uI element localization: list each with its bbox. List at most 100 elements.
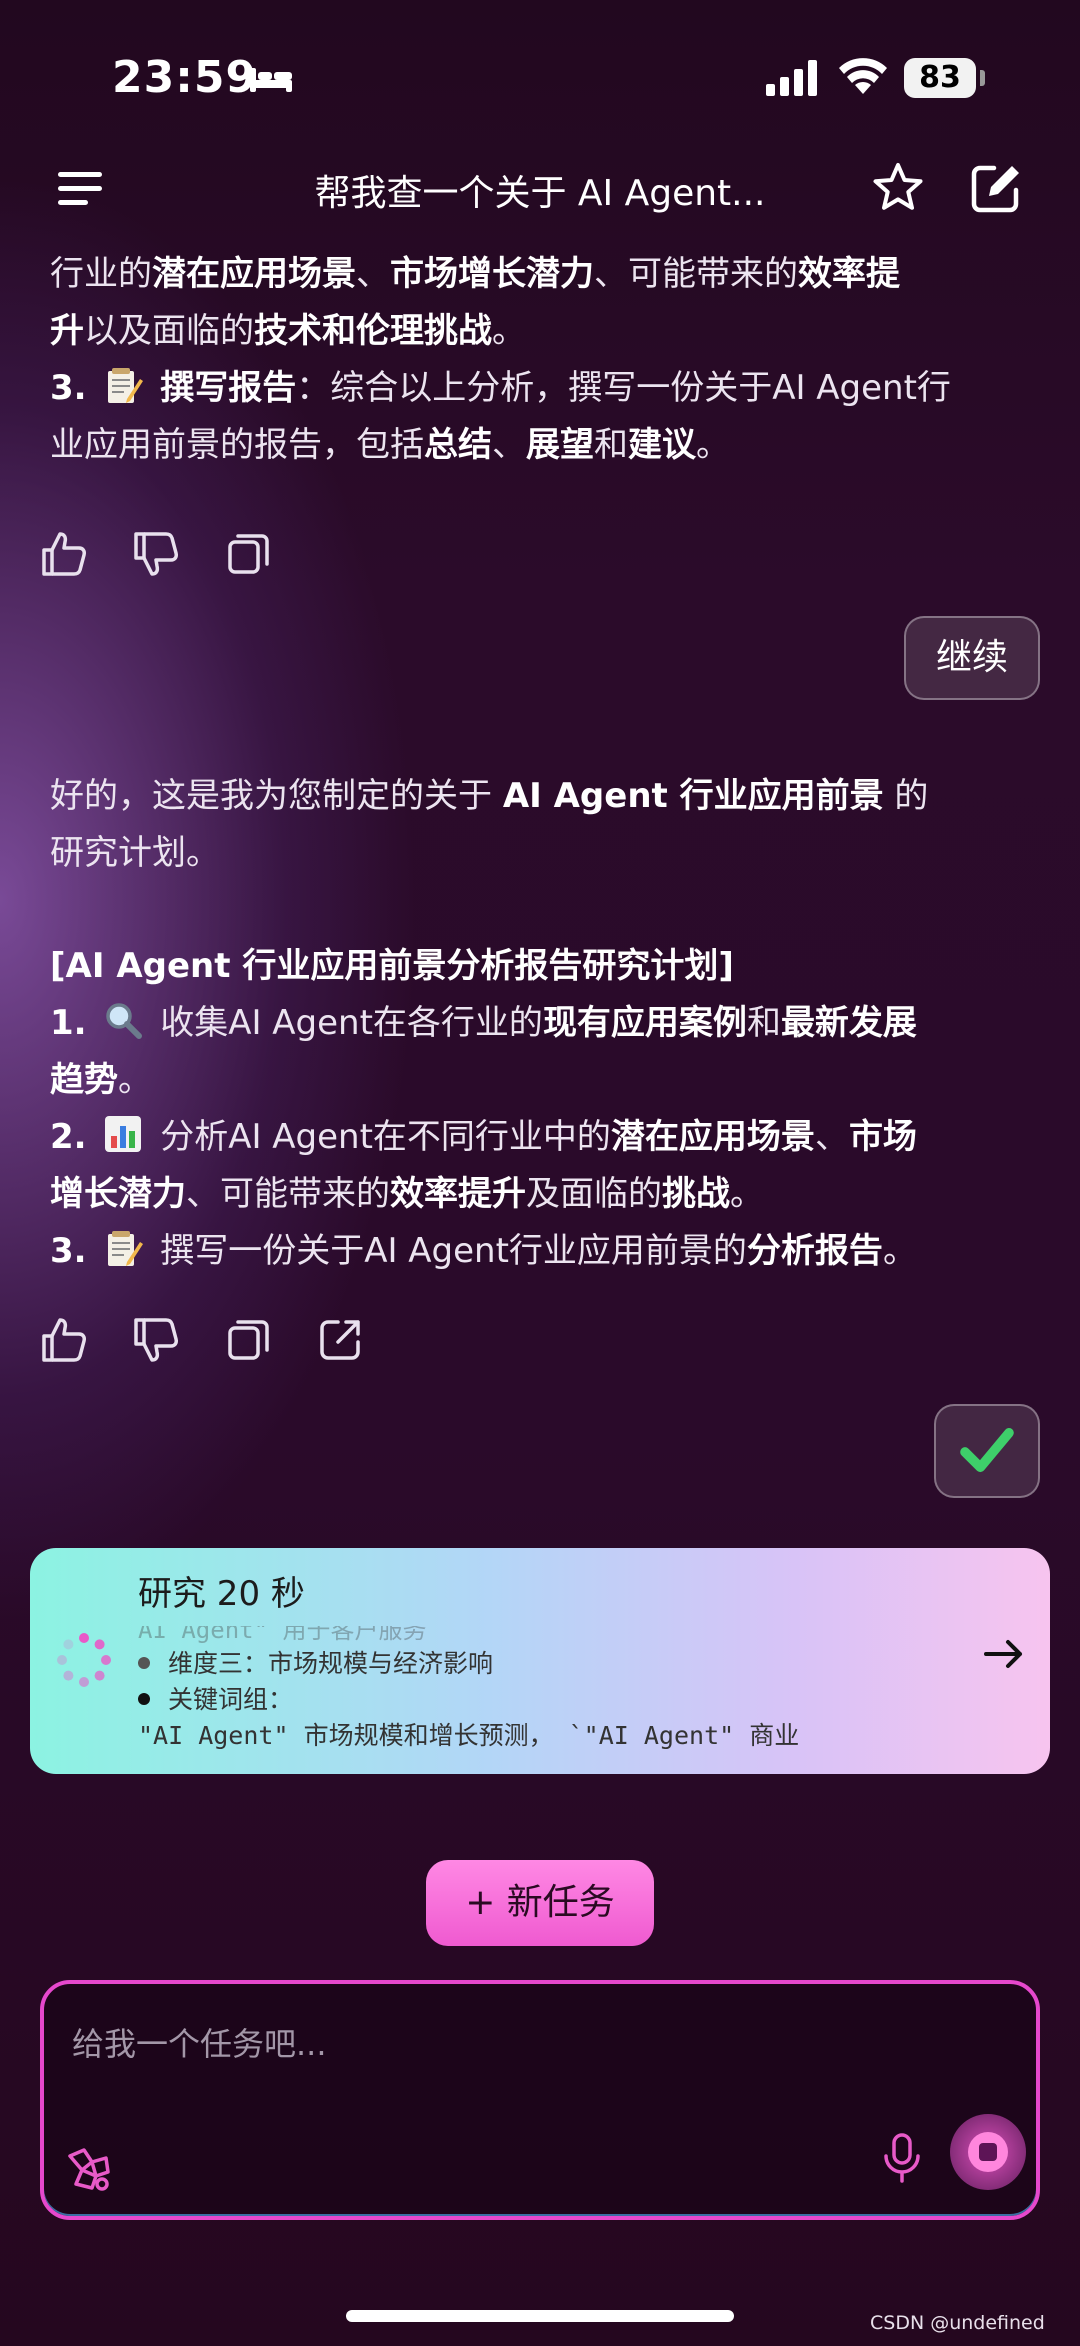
thumbs-up-icon[interactable] — [40, 530, 88, 578]
bold-text: 技术和伦理挑战 — [254, 311, 492, 351]
wifi-icon — [839, 58, 887, 94]
bold-text: 展望 — [526, 425, 594, 465]
research-log: AI Agent" 用于客户服务 维度三：市场规模与经济影响 关键词组： "AI… — [138, 1626, 958, 1756]
checkmark-icon — [960, 1428, 1014, 1473]
message-line: 2. 分析AI Agent在不同行业中的潜在应用场景、市场 — [50, 1109, 1030, 1166]
star-icon[interactable] — [870, 160, 926, 216]
bullet-dot — [138, 1693, 150, 1705]
message-line: 业应用前景的报告，包括总结、展望和建议。 — [50, 417, 1030, 474]
text-span: 撰写一份关于AI Agent行业应用前景的 — [149, 1231, 747, 1271]
task-input-box — [40, 1980, 1040, 2220]
bold-text: 现有应用案例 — [542, 1003, 747, 1043]
stop-button-inner — [968, 2132, 1008, 2172]
continue-button[interactable]: 继续 — [904, 616, 1040, 700]
step-number: 1. — [50, 1003, 87, 1043]
chat-header: 帮我查一个关于 AI Agent... — [0, 150, 1080, 230]
bold-text: AI Agent 行业应用前景 — [502, 776, 884, 816]
text-span: 、可能带来的 — [186, 1174, 390, 1214]
message-line: 好的，这是我为您制定的关于 AI Agent 行业应用前景 的 — [50, 768, 1030, 825]
text-span: "AI Agent" 市场规模和增长预测， `"AI Agent" 商业 — [138, 1721, 800, 1750]
research-timer-title: 研究 20 秒 — [138, 1574, 305, 1614]
text-span: 、 — [356, 254, 390, 294]
loading-spinner-icon — [57, 1633, 111, 1687]
bold-text: 趋势 — [50, 1060, 118, 1100]
bold-text: 分析报告 — [746, 1231, 883, 1271]
arrow-right-icon[interactable] — [982, 1632, 1026, 1676]
message-line: 3. 撰写报告：综合以上分析，撰写一份关于AI Agent行 — [50, 360, 1030, 417]
stop-generation-button[interactable] — [950, 2114, 1026, 2190]
bold-text: 挑战 — [662, 1174, 730, 1214]
status-bar: 23:59 83 — [0, 0, 1080, 150]
thumbs-up-icon[interactable] — [40, 1316, 88, 1364]
message-line: 升以及面临的技术和伦理挑战。 — [50, 303, 1030, 360]
bold-text: 市场增长潜力 — [390, 254, 594, 294]
copy-icon[interactable] — [224, 530, 272, 578]
text-span: 。 — [696, 425, 730, 465]
message-line: 研究计划。 — [50, 825, 1030, 882]
message-line: [AI Agent 行业应用前景分析报告研究计划] — [50, 938, 1030, 995]
research-progress-card[interactable]: 研究 20 秒 AI Agent" 用于客户服务 维度三：市场规模与经济影响 关… — [30, 1548, 1050, 1774]
copy-icon[interactable] — [224, 1316, 272, 1364]
research-log-line: "AI Agent" 市场规模和增长预测， `"AI Agent" 商业 — [138, 1718, 958, 1754]
text-span: 和 — [594, 425, 628, 465]
share-icon[interactable] — [316, 1316, 364, 1364]
text-span: 好的，这是我为您制定的关于 — [50, 776, 503, 816]
bold-text: 效率提升 — [390, 1174, 526, 1214]
plan-title: [AI Agent 行业应用前景分析报告研究计划] — [50, 946, 734, 986]
battery-indicator: 83 — [904, 58, 976, 98]
text-span: 收集AI Agent在各行业的 — [149, 1003, 543, 1043]
message-line: 3. 撰写一份关于AI Agent行业应用前景的分析报告。 — [50, 1223, 1030, 1280]
stop-icon — [979, 2143, 997, 2161]
text-span: 以及面临的 — [84, 311, 254, 351]
text-span: 研究计划。 — [50, 833, 220, 873]
magnifier-emoji-icon — [106, 1003, 143, 1039]
bold-text: 潜在应用场景 — [610, 1117, 815, 1157]
sleep-bed-icon — [250, 68, 292, 92]
message-line: 趋势。 — [50, 1052, 1030, 1109]
confirm-plan-button[interactable] — [934, 1404, 1040, 1498]
task-input[interactable] — [72, 2014, 972, 2074]
menu-icon[interactable] — [56, 168, 106, 210]
bold-text: 总结 — [424, 425, 492, 465]
text-span: 。 — [492, 311, 526, 351]
bold-text: 建议 — [628, 425, 696, 465]
research-log-line: 维度三：市场规模与经济影响 — [138, 1646, 958, 1682]
step-number: 3. — [50, 368, 87, 408]
message-actions — [40, 1316, 364, 1372]
memo-emoji-icon — [108, 368, 144, 403]
text-span: 、 — [492, 425, 526, 465]
status-time: 23:59 — [112, 52, 258, 103]
assistant-message-research-plan: 好的，这是我为您制定的关于 AI Agent 行业应用前景 的 研究计划。 [A… — [50, 768, 1030, 1280]
cellular-signal-icon — [766, 60, 817, 96]
microphone-icon[interactable] — [880, 2132, 924, 2184]
message-line: 增长潜力、可能带来的效率提升及面临的挑战。 — [50, 1166, 1030, 1223]
battery-tip — [980, 70, 985, 86]
home-indicator[interactable] — [346, 2310, 734, 2322]
step-number: 2. — [50, 1117, 87, 1157]
text-span: 及面临的 — [526, 1174, 662, 1214]
bold-text: 市场 — [848, 1117, 917, 1157]
text-span: 关键词组： — [168, 1685, 294, 1714]
text-span: 分析AI Agent在不同行业中的 — [149, 1117, 611, 1157]
bold-text: 潜在应用场景 — [152, 254, 356, 294]
bold-text: 效率提 — [798, 254, 900, 294]
message-actions — [40, 530, 272, 586]
text-span: 维度三：市场规模与经济影响 — [168, 1649, 494, 1678]
agent-logo-icon[interactable] — [62, 2142, 116, 2196]
new-chat-edit-icon[interactable] — [968, 160, 1024, 216]
thumbs-down-icon[interactable] — [132, 1316, 180, 1364]
thumbs-down-icon[interactable] — [132, 530, 180, 578]
bullet-dot — [138, 1657, 150, 1669]
watermark-text: CSDN @undefined — [870, 2312, 1045, 2334]
memo-emoji-icon — [108, 1231, 144, 1266]
assistant-message-plan-detail: 行业的潜在应用场景、市场增长潜力、可能带来的效率提 升以及面临的技术和伦理挑战。… — [50, 246, 1030, 474]
text-span: 、可能带来的 — [594, 254, 798, 294]
bold-text: 最新发展 — [780, 1003, 917, 1043]
bold-text: 撰写报告 — [160, 368, 297, 408]
bold-text: 升 — [50, 311, 84, 351]
text-span: 。 — [118, 1060, 152, 1100]
step-number: 3. — [50, 1231, 87, 1271]
text-span: 的 — [883, 776, 929, 816]
text-span: 、 — [814, 1117, 849, 1157]
new-task-button[interactable]: + 新任务 — [426, 1860, 654, 1946]
